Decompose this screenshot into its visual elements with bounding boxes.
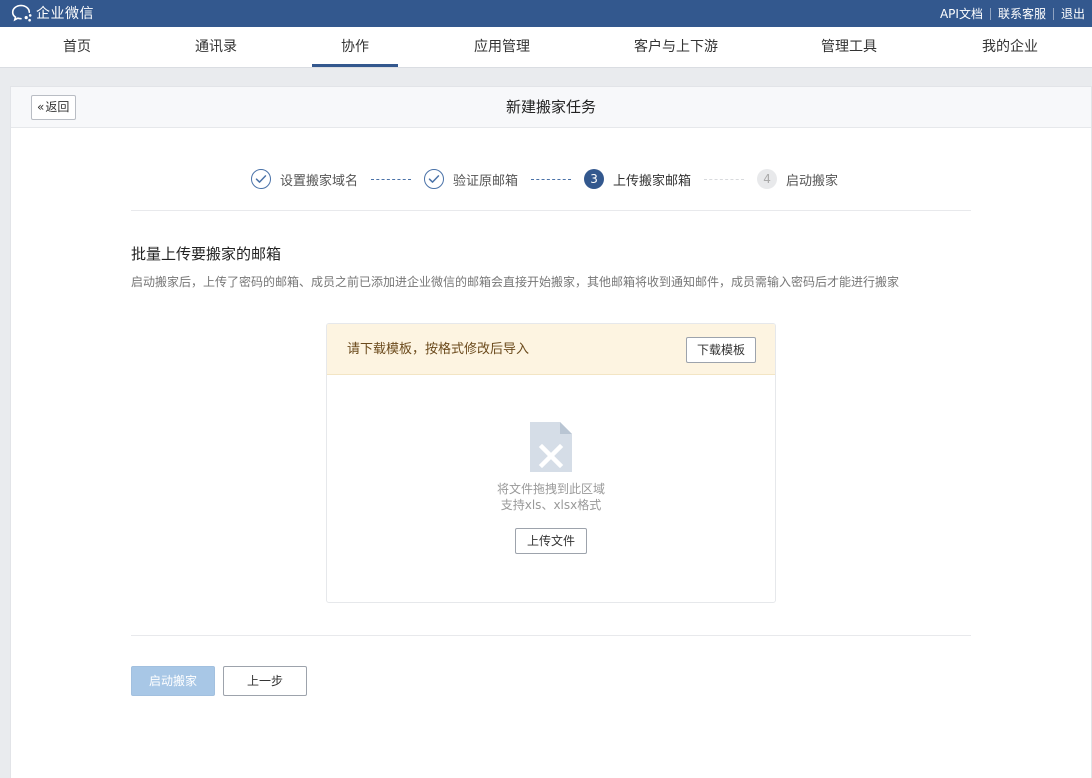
download-template-button[interactable]: 下载模板 <box>685 337 756 363</box>
nav-tab-customers[interactable]: 客户与上下游 <box>620 27 732 67</box>
step-2-label: 验证原邮箱 <box>453 173 519 189</box>
format-hint: 支持xls、xlsx格式 <box>500 498 602 512</box>
app-name: 企业微信 <box>36 6 94 22</box>
logout-link[interactable]: 退出 <box>1054 5 1092 22</box>
step-connector <box>531 178 572 180</box>
step-4-number: 4 <box>757 169 778 189</box>
top-bar: 企业微信 API文档 联系客服 退出 <box>0 0 1092 27</box>
step-1-label: 设置搬家域名 <box>280 173 359 189</box>
divider <box>131 210 971 211</box>
nav-tab-admin-tools[interactable]: 管理工具 <box>806 27 892 67</box>
step-3-number: 3 <box>584 169 605 189</box>
step-2: 验证原邮箱 <box>424 169 518 189</box>
nav-tab-app-management[interactable]: 应用管理 <box>459 27 545 67</box>
check-circle-icon <box>251 169 271 189</box>
previous-step-button[interactable]: 上一步 <box>223 666 307 696</box>
chat-bubble-logo-icon <box>11 4 32 22</box>
nav-tab-collaboration[interactable]: 协作 <box>312 27 398 67</box>
section-title: 批量上传要搬家的邮箱 <box>131 245 282 263</box>
nav-tab-home[interactable]: 首页 <box>48 27 106 67</box>
step-3-label: 上传搬家邮箱 <box>613 173 692 189</box>
upload-file-button[interactable]: 上传文件 <box>515 528 587 554</box>
drop-hint: 将文件拖拽到此区域 <box>496 482 605 496</box>
check-circle-icon <box>424 169 445 189</box>
divider <box>131 635 971 636</box>
upload-dropzone[interactable]: 请下载模板，按格式修改后导入 下载模板 将文件拖拽到此区域 支持xls、xlsx… <box>326 323 776 603</box>
content-card: « 返回 新建搬家任务 设置搬家域名 验证原邮箱 3 上传搬家邮箱 4 启动搬家 <box>10 86 1092 778</box>
card-header: « 返回 新建搬家任务 <box>11 87 1091 128</box>
start-migration-button[interactable]: 启动搬家 <box>131 666 215 696</box>
template-tip-text: 请下载模板，按格式修改后导入 <box>347 342 530 357</box>
step-1: 设置搬家域名 <box>251 169 358 189</box>
nav-tab-contacts[interactable]: 通讯录 <box>180 27 252 67</box>
step-indicator: 设置搬家域名 验证原邮箱 3 上传搬家邮箱 4 启动搬家 <box>251 168 838 190</box>
contact-support-link[interactable]: 联系客服 <box>991 5 1053 22</box>
api-docs-link[interactable]: API文档 <box>933 5 990 22</box>
step-4: 4 启动搬家 <box>757 169 838 189</box>
step-connector <box>371 178 412 180</box>
main-nav: 首页 通讯录 协作 应用管理 客户与上下游 管理工具 我的企业 <box>0 27 1092 68</box>
page-title: 新建搬家任务 <box>505 98 596 116</box>
template-tip-bar: 请下载模板，按格式修改后导入 下载模板 <box>327 324 775 375</box>
app-logo[interactable]: 企业微信 <box>10 3 94 23</box>
step-connector <box>704 178 745 180</box>
section-description: 启动搬家后，上传了密码的邮箱、成员之前已添加进企业微信的邮箱会直接开始搬家，其他… <box>131 275 900 289</box>
step-4-label: 启动搬家 <box>786 173 839 189</box>
step-3: 3 上传搬家邮箱 <box>584 169 691 189</box>
top-links: API文档 联系客服 退出 <box>933 0 1092 27</box>
excel-file-icon <box>530 422 572 472</box>
nav-tab-my-company[interactable]: 我的企业 <box>967 27 1053 67</box>
